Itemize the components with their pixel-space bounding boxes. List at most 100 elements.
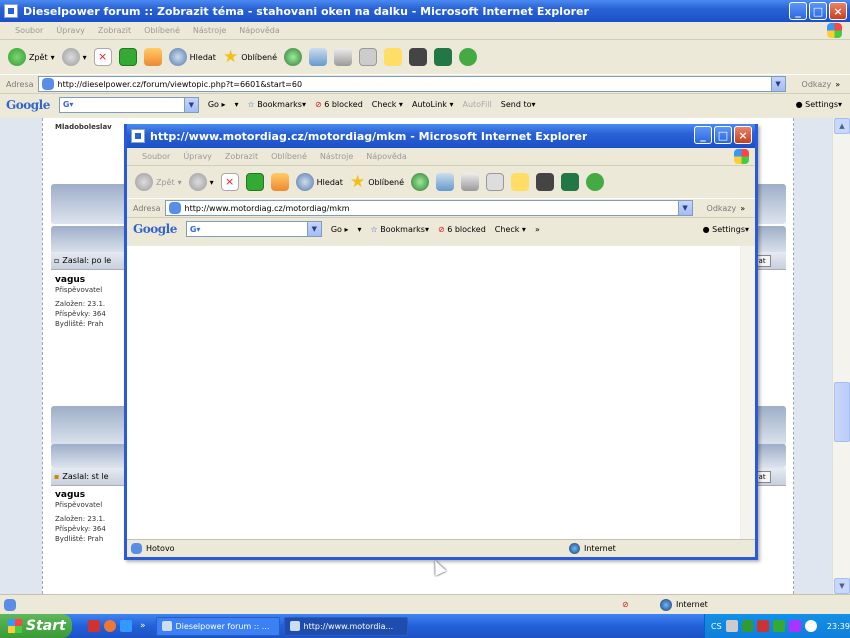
toolbar-overflow-icon[interactable]: » xyxy=(835,80,840,89)
menu-edit[interactable]: Úpravy xyxy=(183,152,212,161)
menu-favorites[interactable]: Oblíbené xyxy=(144,26,180,35)
menu-help[interactable]: Nápověda xyxy=(239,26,280,35)
google-search-input[interactable]: G▾ ▼ xyxy=(185,221,322,237)
maximize-button[interactable]: □ xyxy=(809,2,827,20)
minimize-button[interactable]: _ xyxy=(694,126,712,144)
print-icon[interactable] xyxy=(334,48,352,66)
popup-titlebar[interactable]: http://www.motordiag.cz/motordiag/mkm - … xyxy=(127,124,755,148)
close-button[interactable]: × xyxy=(829,2,847,20)
bookmarks-button[interactable]: ☆ Bookmarks▾ xyxy=(248,100,306,109)
menu-tools[interactable]: Nástroje xyxy=(320,152,353,161)
notes-icon[interactable] xyxy=(511,173,529,191)
post-author[interactable]: vagus xyxy=(55,490,106,500)
stop-icon[interactable]: × xyxy=(220,173,239,191)
edit-icon[interactable] xyxy=(486,173,504,191)
favorites-button[interactable]: ★ Oblíbené xyxy=(223,47,277,67)
spellcheck-button[interactable]: Check ▾ xyxy=(495,225,526,234)
stop-icon[interactable]: × xyxy=(93,48,112,66)
google-settings-button[interactable]: ● Settings▾ xyxy=(703,225,749,234)
google-go-button[interactable]: Go ▸ xyxy=(331,225,349,234)
address-dropdown-icon[interactable]: ▼ xyxy=(677,201,692,215)
favorites-button[interactable]: ★ Oblíbené xyxy=(350,172,404,192)
tray-icon[interactable] xyxy=(789,620,802,632)
k-icon[interactable] xyxy=(409,48,427,66)
users-icon[interactable] xyxy=(586,173,604,191)
post-author[interactable]: vagus xyxy=(55,275,106,285)
toolbar-overflow-icon[interactable]: » xyxy=(740,204,745,213)
popup-blocker-button[interactable]: ⊘ 6 blocked xyxy=(315,100,363,109)
scroll-up-icon[interactable]: ▲ xyxy=(834,118,850,134)
toolbar-overflow-icon[interactable]: » xyxy=(535,225,540,234)
address-input[interactable]: http://dieselpower.cz/forum/viewtopic.ph… xyxy=(37,76,786,92)
google-news-icon[interactable]: ▾ xyxy=(358,225,362,234)
home-icon[interactable] xyxy=(143,48,162,66)
tray-icon[interactable] xyxy=(741,620,754,632)
start-button[interactable]: Start xyxy=(0,614,72,638)
forward-button[interactable]: ▾ xyxy=(61,48,87,66)
menu-edit[interactable]: Úpravy xyxy=(56,26,85,35)
google-search-input[interactable]: G▾ ▼ xyxy=(58,96,199,113)
google-news-icon[interactable]: ▾ xyxy=(235,100,239,109)
taskbar-button-motordiag[interactable]: http://www.motordia... xyxy=(283,616,408,636)
menu-file[interactable]: Soubor xyxy=(15,26,43,35)
users-icon[interactable] xyxy=(459,48,477,66)
history-icon[interactable] xyxy=(284,48,302,66)
google-go-button[interactable]: Go ▸ xyxy=(208,100,226,109)
tray-icon[interactable] xyxy=(805,620,817,632)
notes-icon[interactable] xyxy=(384,48,402,66)
scroll-down-icon[interactable]: ▼ xyxy=(834,578,850,594)
home-icon[interactable] xyxy=(270,173,289,191)
quicklaunch-overflow-icon[interactable]: » xyxy=(140,621,146,631)
tray-icon[interactable] xyxy=(725,620,738,632)
refresh-icon[interactable] xyxy=(245,173,264,191)
edit-icon[interactable] xyxy=(359,48,377,66)
search-button[interactable]: Hledat xyxy=(295,173,343,191)
menu-view[interactable]: Zobrazit xyxy=(98,26,131,35)
search-button[interactable]: Hledat xyxy=(168,48,216,66)
sendto-button[interactable]: Send to▾ xyxy=(501,100,536,109)
mail-icon[interactable] xyxy=(436,173,454,191)
back-button[interactable]: Zpět ▾ xyxy=(8,48,55,66)
menu-favorites[interactable]: Oblíbené xyxy=(271,152,307,161)
main-titlebar[interactable]: Dieselpower forum :: Zobrazit téma - sta… xyxy=(0,0,850,22)
messenger-icon[interactable] xyxy=(561,173,579,191)
messenger-icon[interactable] xyxy=(434,48,452,66)
menu-tools[interactable]: Nástroje xyxy=(193,26,226,35)
popup-scrollbar[interactable] xyxy=(740,246,755,539)
scroll-thumb[interactable] xyxy=(834,382,850,442)
address-input[interactable]: http://www.motordiag.cz/motordiag/mkm ▼ xyxy=(164,200,693,216)
popup-content-area[interactable] xyxy=(127,246,755,539)
google-settings-button[interactable]: ● Settings▾ xyxy=(796,100,842,109)
address-dropdown-icon[interactable]: ▼ xyxy=(770,77,785,91)
page-scrollbar[interactable]: ▲ ▼ xyxy=(832,118,850,594)
autofill-button[interactable]: AutoFill xyxy=(462,100,491,109)
quicklaunch-icon[interactable] xyxy=(88,620,100,632)
close-button[interactable]: × xyxy=(734,126,752,144)
links-label[interactable]: Odkazy xyxy=(802,80,832,89)
back-button[interactable]: Zpět ▾ xyxy=(135,173,182,191)
google-dropdown-icon[interactable]: ▼ xyxy=(306,222,321,236)
mail-icon[interactable] xyxy=(309,48,327,66)
menu-view[interactable]: Zobrazit xyxy=(225,152,258,161)
menu-file[interactable]: Soubor xyxy=(142,152,170,161)
menu-help[interactable]: Nápověda xyxy=(366,152,407,161)
forward-button[interactable]: ▾ xyxy=(188,173,214,191)
clock[interactable]: 23:39 xyxy=(827,622,850,631)
refresh-icon[interactable] xyxy=(118,48,137,66)
minimize-button[interactable]: _ xyxy=(789,2,807,20)
print-icon[interactable] xyxy=(461,173,479,191)
tray-icon[interactable] xyxy=(773,620,786,632)
popup-blocker-button[interactable]: ⊘ 6 blocked xyxy=(438,225,486,234)
history-icon[interactable] xyxy=(411,173,429,191)
bookmarks-button[interactable]: ☆ Bookmarks▾ xyxy=(371,225,429,234)
ie-icon[interactable] xyxy=(120,620,132,632)
links-label[interactable]: Odkazy xyxy=(707,204,737,213)
google-dropdown-icon[interactable]: ▼ xyxy=(183,97,198,112)
quicklaunch-icon[interactable] xyxy=(104,620,116,632)
taskbar-button-forum[interactable]: Dieselpower forum :: ... xyxy=(155,616,280,636)
language-indicator[interactable]: CS xyxy=(711,622,722,631)
k-icon[interactable] xyxy=(536,173,554,191)
autolink-button[interactable]: AutoLink ▾ xyxy=(412,100,454,109)
spellcheck-button[interactable]: Check ▾ xyxy=(372,100,403,109)
maximize-button[interactable]: □ xyxy=(714,126,732,144)
